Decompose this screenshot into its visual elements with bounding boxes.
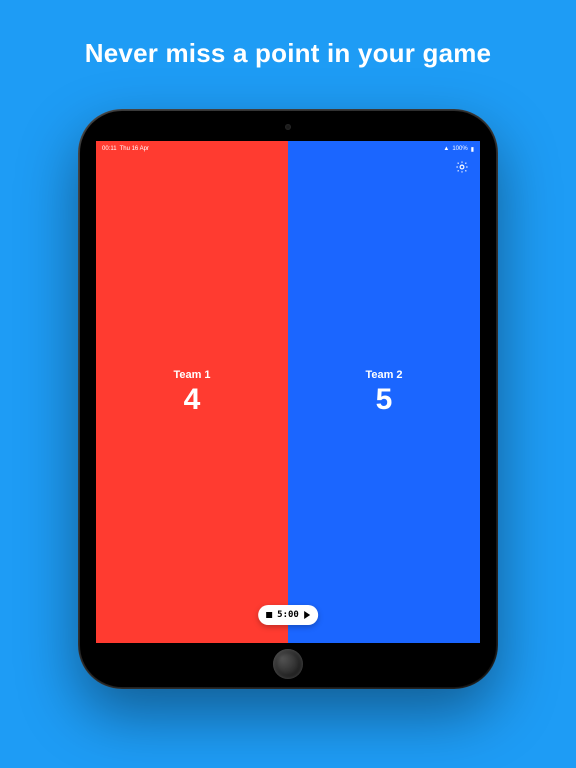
status-time: 00:11 bbox=[102, 146, 117, 152]
score-app: Team 1 4 Team 2 5 bbox=[96, 141, 480, 643]
team-left-score: 4 bbox=[184, 385, 201, 415]
gear-icon bbox=[455, 160, 469, 174]
camera-dot bbox=[285, 124, 291, 130]
stop-icon[interactable] bbox=[266, 612, 272, 618]
device-screen: Team 1 4 Team 2 5 00:11 Thu 16 Apr bbox=[96, 141, 480, 643]
promo-page: Never miss a point in your game Team 1 4… bbox=[0, 0, 576, 768]
status-right: ▲ 100% ▮ bbox=[443, 146, 474, 153]
battery-icon: ▮ bbox=[471, 146, 474, 153]
team-left-label: Team 1 bbox=[173, 369, 210, 381]
team-right-panel[interactable]: Team 2 5 bbox=[288, 141, 480, 643]
battery-percent: 100% bbox=[452, 146, 467, 152]
team-right-label: Team 2 bbox=[365, 369, 402, 381]
headline-text: Never miss a point in your game bbox=[85, 38, 491, 69]
status-left: 00:11 Thu 16 Apr bbox=[102, 146, 149, 152]
status-date: Thu 16 Apr bbox=[120, 146, 149, 152]
home-button[interactable] bbox=[273, 649, 303, 679]
ipad-inner: Team 1 4 Team 2 5 00:11 Thu 16 Apr bbox=[80, 111, 496, 687]
status-bar: 00:11 Thu 16 Apr ▲ 100% ▮ bbox=[100, 143, 476, 155]
ipad-frame: Team 1 4 Team 2 5 00:11 Thu 16 Apr bbox=[78, 109, 498, 689]
timer-value: 5:00 bbox=[277, 610, 299, 620]
team-right-score: 5 bbox=[376, 385, 393, 415]
wifi-icon: ▲ bbox=[443, 146, 449, 152]
team-left-panel[interactable]: Team 1 4 bbox=[96, 141, 288, 643]
timer-control[interactable]: 5:00 bbox=[258, 605, 318, 625]
settings-button[interactable] bbox=[454, 159, 470, 175]
play-icon[interactable] bbox=[304, 611, 310, 619]
